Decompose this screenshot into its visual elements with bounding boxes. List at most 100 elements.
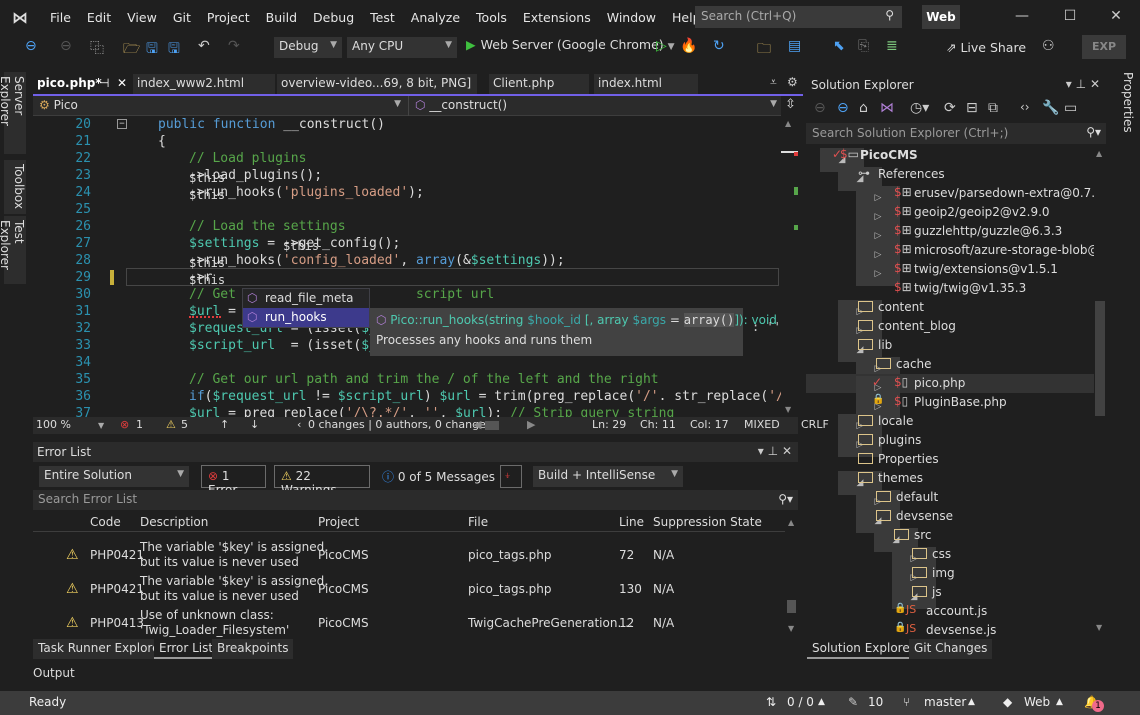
- output-tab[interactable]: Output: [33, 666, 75, 680]
- solution-explorer-search[interactable]: Search Solution Explorer (Ctrl+;) ⚲▾: [806, 123, 1106, 144]
- chevron-up-icon[interactable]: ▲: [818, 697, 825, 707]
- tab-client-php[interactable]: Client.php: [489, 74, 589, 94]
- toolbox-tab[interactable]: Toolbox: [4, 160, 26, 214]
- visual-studio-logo-icon[interactable]: ⋈: [12, 8, 34, 27]
- scope-filter-dropdown[interactable]: Entire Solution ▼: [39, 466, 189, 487]
- tree-item[interactable]: ▷$⊞microsoft/azure-storage-blob@1.2.0: [806, 241, 1094, 267]
- platform-dropdown[interactable]: Any CPU ▼: [347, 37, 457, 58]
- repo-icon[interactable]: ◆: [1003, 695, 1012, 709]
- indent-mode[interactable]: MIXED: [744, 418, 780, 431]
- copy-icon[interactable]: ⎘: [858, 38, 869, 54]
- navigate-back-icon[interactable]: ⊖: [25, 38, 37, 54]
- menu-view[interactable]: View: [119, 10, 165, 25]
- pin-icon[interactable]: ⊥: [1076, 77, 1086, 91]
- filter-button[interactable]: ⍖: [500, 465, 522, 488]
- properties-icon[interactable]: 🔧: [1042, 100, 1059, 116]
- scroll-right-icon[interactable]: ▶: [527, 418, 535, 431]
- preview-icon[interactable]: ▭: [1064, 100, 1077, 116]
- server-explorer-tab[interactable]: Server Explorer: [0, 72, 26, 154]
- tree-item[interactable]: ◢ lib: [806, 336, 1094, 362]
- tab-list-icon[interactable]: ⩡: [770, 75, 777, 90]
- home-icon[interactable]: ⌂: [859, 100, 868, 116]
- tree-item[interactable]: ◢ ✓ $▭ PicoCMS: [806, 146, 1094, 172]
- code-line[interactable]: // Load the settings: [189, 219, 346, 234]
- tree-item[interactable]: 🔒 JS account.js: [806, 602, 1094, 621]
- back-icon[interactable]: ⊖: [814, 100, 826, 116]
- scope-dropdown[interactable]: ⚙ Pico ▼: [33, 96, 405, 116]
- intellisense-list[interactable]: ⬡ read_file_meta ⬡ run_hooks: [242, 288, 370, 328]
- tree-item[interactable]: ▷ css: [806, 545, 1094, 571]
- close-icon[interactable]: ✕: [1090, 77, 1100, 91]
- menu-extensions[interactable]: Extensions: [515, 10, 599, 25]
- code-line[interactable]: // Get our url path and trim the / of th…: [189, 372, 659, 387]
- tree-item[interactable]: ▷ content: [806, 298, 1094, 324]
- scroll-left-icon[interactable]: ◀: [473, 418, 481, 431]
- code-line[interactable]: $script_url = (isset($_: [189, 338, 377, 353]
- tree-item[interactable]: ▷ plugins: [806, 431, 1094, 457]
- tree-item[interactable]: $⊞ twig/twig@v1.35.3: [806, 279, 1094, 298]
- pin-icon[interactable]: ⊥: [768, 444, 778, 458]
- live-share-button[interactable]: ⇗ Live Share: [946, 40, 1026, 55]
- split-editor-icon[interactable]: ⇳: [785, 97, 796, 112]
- tree-item[interactable]: ◢ js: [806, 583, 1094, 609]
- sync-icon[interactable]: ⇅: [766, 695, 776, 709]
- repo-name[interactable]: Web: [1024, 695, 1050, 709]
- undo-icon[interactable]: ↶: [198, 38, 210, 54]
- scroll-up-icon[interactable]: ▲: [785, 119, 791, 128]
- solution-explorer-scrollbar[interactable]: ▲ ▼: [1094, 145, 1106, 638]
- new-project-icon[interactable]: ⿻: [90, 38, 104, 58]
- start-debugging-button[interactable]: ▶ Web Server (Google Chrome) ▼: [466, 37, 675, 52]
- close-icon[interactable]: ✕: [782, 444, 792, 458]
- tab-index-www2[interactable]: index_www2.html: [133, 74, 275, 94]
- error-icon[interactable]: ⊗: [120, 418, 129, 431]
- menu-tools[interactable]: Tools: [468, 10, 515, 25]
- error-count[interactable]: 1: [136, 418, 143, 431]
- close-window-button[interactable]: ✕: [1106, 8, 1126, 24]
- tree-item[interactable]: ▷ cache: [806, 355, 1094, 381]
- menu-debug[interactable]: Debug: [305, 10, 362, 25]
- menu-test[interactable]: Test: [362, 10, 403, 25]
- show-all-files-icon[interactable]: ⧉: [988, 100, 998, 116]
- start-without-debugging-icon[interactable]: ▷: [656, 38, 667, 54]
- scroll-down-icon[interactable]: ▼: [788, 624, 794, 633]
- error-list-scrollbar[interactable]: ▲ ▼: [785, 512, 798, 636]
- chevron-up-icon[interactable]: ▲: [968, 697, 975, 707]
- previous-issue-icon[interactable]: ↑: [220, 418, 229, 431]
- column-description[interactable]: Description: [140, 515, 208, 529]
- tree-item[interactable]: ▷ $⊞ geoip2/geoip2@v2.9.0: [806, 203, 1094, 229]
- find-in-files-icon[interactable]: 🗀: [757, 38, 771, 62]
- tree-item[interactable]: ◢ src: [806, 526, 1094, 552]
- menu-file[interactable]: File: [42, 10, 79, 25]
- warning-count[interactable]: 5: [181, 418, 188, 431]
- sync-icon[interactable]: ⟳: [944, 100, 956, 116]
- code-line[interactable]: if($request_url != $script_url) $url = t…: [189, 389, 781, 404]
- tab-overview-video[interactable]: overview-video...69, 8 bit, PNG]: [277, 74, 477, 94]
- messages-filter-button[interactable]: ⓘ 0 of 5 Messages: [382, 468, 495, 485]
- properties-tab[interactable]: Properties: [1113, 72, 1135, 133]
- feedback-icon[interactable]: ⚇: [1042, 38, 1055, 54]
- search-icon[interactable]: ⚲▾: [1086, 125, 1101, 139]
- pointer-icon[interactable]: ⬉: [833, 38, 845, 54]
- open-file-icon[interactable]: 🗁: [123, 38, 140, 62]
- warning-icon[interactable]: ⚠: [166, 418, 176, 431]
- horizontal-scroll-thumb[interactable]: [485, 421, 499, 430]
- branch-icon[interactable]: ⑂: [903, 695, 910, 709]
- format-document-icon[interactable]: ≣: [886, 38, 898, 54]
- pending-changes-icon[interactable]: ◷▾: [910, 100, 929, 116]
- save-icon[interactable]: 🖫: [146, 38, 158, 62]
- hot-reload-icon[interactable]: 🔥: [680, 38, 697, 54]
- gear-icon[interactable]: ⚙: [787, 75, 798, 89]
- source-filter-dropdown[interactable]: Build + IntelliSense ▼: [533, 466, 683, 487]
- code-line[interactable]: $this ->r: [189, 270, 225, 287]
- window-layout-icon[interactable]: ▤: [788, 38, 801, 54]
- pending-edits-count[interactable]: 10: [868, 695, 883, 709]
- code-line[interactable]: $this ->run_hooks('plugins_loaded');: [189, 185, 424, 202]
- tab-index-html[interactable]: index.html: [594, 74, 698, 94]
- forward-icon[interactable]: ⊖: [837, 100, 849, 116]
- search-box[interactable]: Search (Ctrl+Q) ⚲: [695, 6, 902, 28]
- tab-task-runner-explorer[interactable]: Task Runner Explorer: [33, 639, 170, 659]
- editor-scrollbar[interactable]: ▲ ▼: [781, 117, 798, 417]
- tree-item[interactable]: ▷ content_blog: [806, 317, 1094, 343]
- menu-analyze[interactable]: Analyze: [403, 10, 468, 25]
- scroll-up-icon[interactable]: ▲: [1096, 149, 1102, 158]
